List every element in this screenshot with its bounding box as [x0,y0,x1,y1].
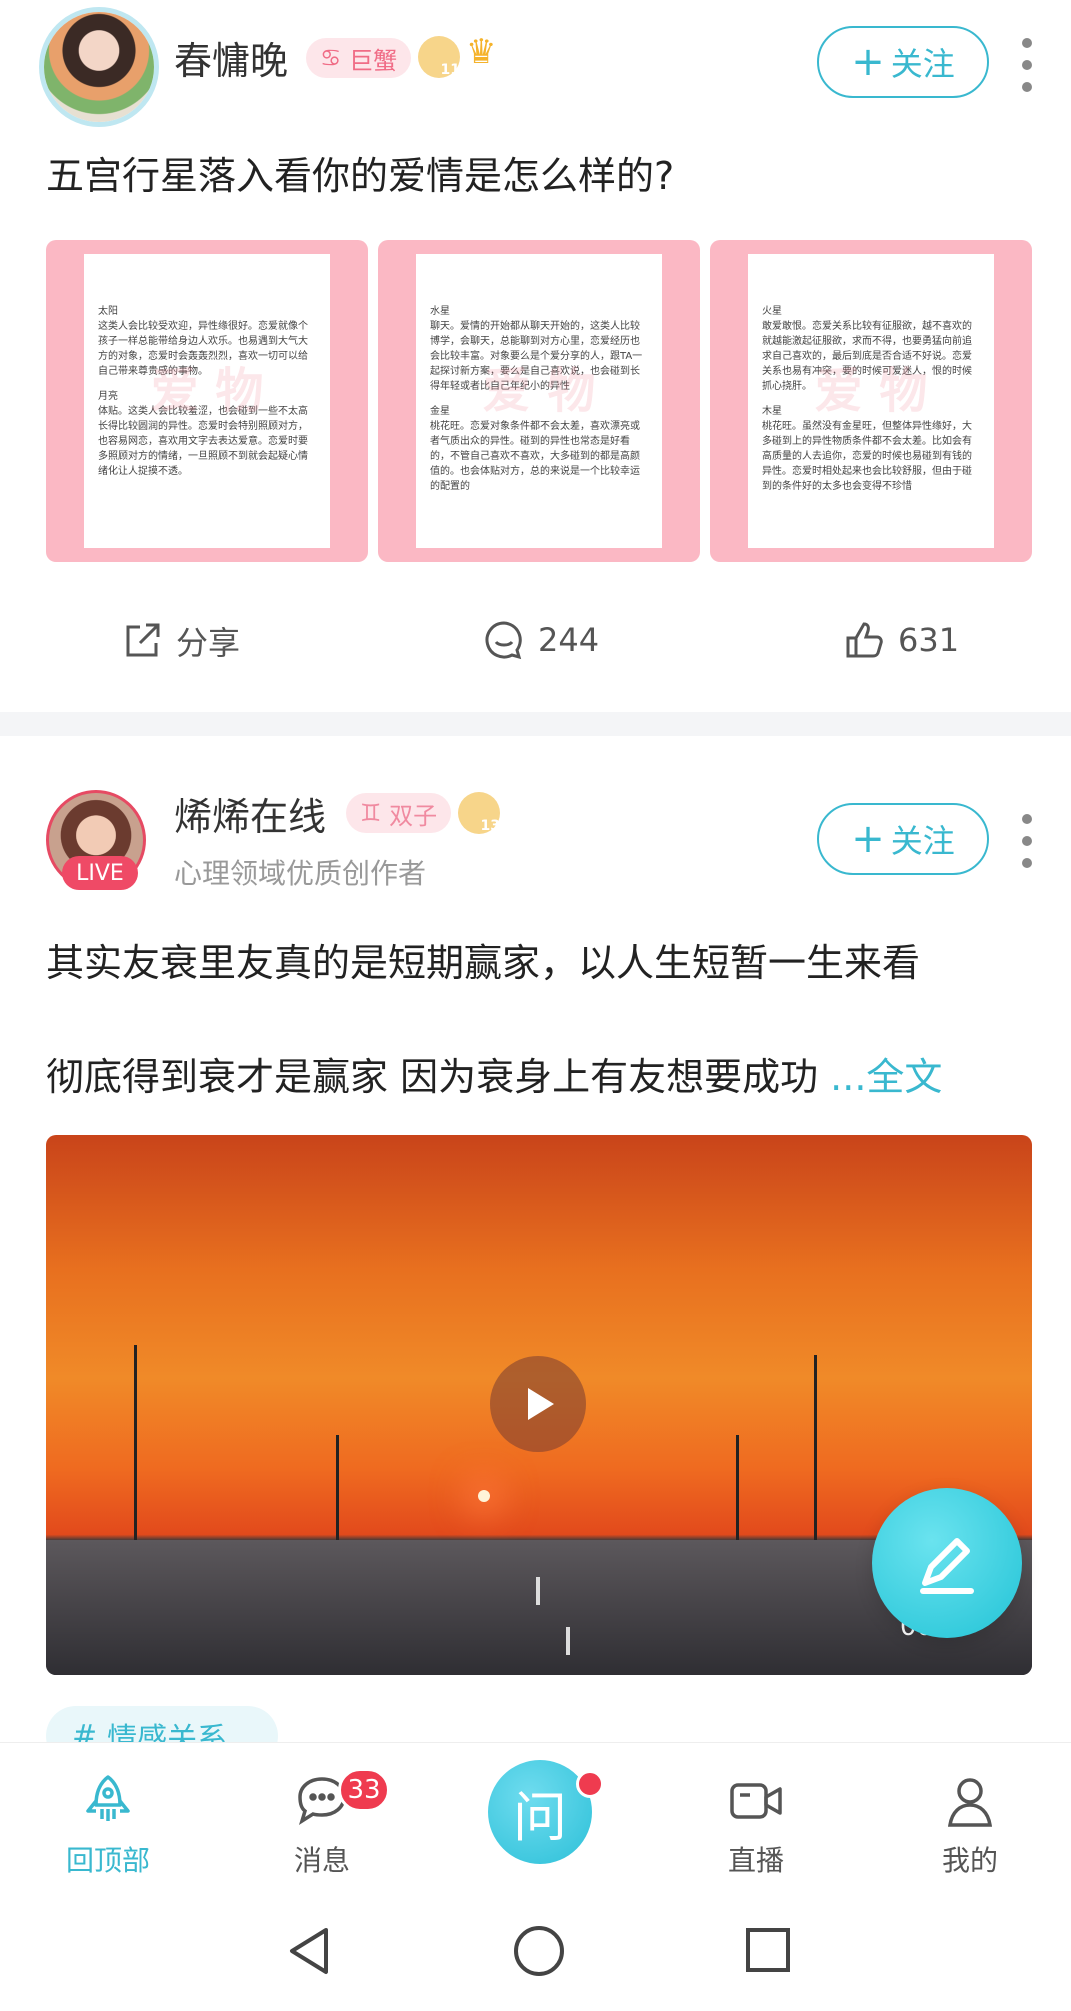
nav-label: 消息 [293,1844,350,1877]
comment-count: 244 [538,621,600,659]
zodiac-label: 双子 [389,801,438,830]
username[interactable]: 春慵晚 [174,30,288,85]
crown-icon: ♛ [466,32,497,72]
follow-button[interactable]: + 关注 [817,26,989,98]
comment-button[interactable]: 244 [482,618,599,662]
post-image[interactable]: 水星 聊天。爱情的开始都从聊天开始的，这类人比较博学，会聊天，总能聊到对方心里，… [378,240,700,562]
share-icon [126,623,160,657]
nav-label: 直播 [727,1844,784,1877]
zodiac-badge: ♋ 巨蟹 [306,38,412,78]
nav-live[interactable]: 直播 [696,1771,816,1879]
more-options-icon[interactable] [1022,38,1032,92]
image-paragraph: 桃花旺。恋爱对象条件都不会太差，喜欢漂亮或者气质出众的异性。碰到的异性也常态是好… [430,421,640,492]
message-badge: 33 [338,1768,390,1812]
level-number: 13 [480,818,500,834]
share-button[interactable]: 分享 [120,618,240,664]
plus-icon: + [851,816,885,862]
zodiac-badge: ♊ 双子 [346,793,452,833]
watermark: 爱 物 [150,363,264,419]
avatar[interactable] [44,12,154,122]
compose-button[interactable] [872,1488,1022,1638]
image-text: 太阳 这类人会比较受欢迎，异性缘很好。恋爱就像个孩子一样总能带给身边人欢乐。也易… [84,254,330,548]
pencil-icon [920,1538,974,1594]
follow-label: 关注 [890,45,955,83]
plus-icon: + [851,39,885,85]
level-number: 11 [440,62,460,78]
back-triangle-icon[interactable] [284,1924,334,1978]
street-lamp [134,1345,137,1565]
follow-label: 关注 [890,822,955,860]
follow-button[interactable]: + 关注 [817,803,989,875]
home-circle-icon[interactable] [512,1924,566,1978]
play-button[interactable] [490,1356,586,1452]
post-image[interactable]: 太阳 这类人会比较受欢迎，异性缘很好。恋爱就像个孩子一样总能带给身边人欢乐。也易… [46,240,368,562]
image-paragraph: 火星 [762,306,782,317]
lane-marking [566,1627,570,1655]
username[interactable]: 烯烯在线 [174,786,326,841]
watermark: 爱 物 [482,363,596,419]
camera-icon [730,1783,782,1819]
like-button[interactable]: 631 [842,618,959,662]
play-icon [528,1388,554,1420]
post-title[interactable]: 五宫行星落入看你的爱情是怎么样的? [46,148,674,204]
system-navigation-bar [0,1890,1071,2011]
watermark: 爱 物 [814,363,928,419]
image-text: 火星 敢爱敢恨。恋爱关系比较有征服欲，越不喜欢的就越能激起征服欲，求而不得，也要… [748,254,994,548]
like-count: 631 [898,621,960,659]
zodiac-label: 巨蟹 [349,46,398,75]
notification-dot [576,1770,604,1798]
nav-label: 我的 [941,1844,998,1877]
post-text-line[interactable]: 其实友衰里友真的是短期赢家，以人生短暂一生来看 [46,932,920,987]
image-paragraph: 桃花旺。虽然没有金星旺，但整体异性缘好，大多碰到上的异性物质条件都不会太差。比如… [762,421,972,492]
sun [478,1490,490,1502]
more-options-icon[interactable] [1022,814,1032,868]
level-badge-icon: 13 [458,792,500,834]
nav-back-to-top[interactable]: 回顶部 [48,1771,168,1879]
ask-icon: 问 [513,1785,567,1849]
share-label: 分享 [176,624,241,662]
thumbs-up-icon [846,622,883,658]
level-badge-icon: 11 [418,36,460,78]
cancer-icon: ♋ [320,44,342,72]
recents-square-icon[interactable] [744,1926,792,1974]
image-paragraph: 太阳 [98,306,118,317]
post-text-line[interactable]: 彻底得到衰才是赢家 因为衰身上有友想要成功 ...全文 [46,1046,942,1101]
image-text: 水星 聊天。爱情的开始都从聊天开始的，这类人比较博学，会聊天，总能聊到对方心里，… [416,254,662,548]
person-icon [947,1778,993,1827]
author-subtitle: 心理领域优质创作者 [174,857,427,890]
read-more-link[interactable]: ...全文 [830,1055,942,1099]
lane-marking [536,1577,540,1605]
comment-icon [485,621,522,660]
image-paragraph: 水星 [430,306,450,317]
post-image[interactable]: 火星 敢爱敢恨。恋爱关系比较有征服欲，越不喜欢的就越能激起征服欲，求而不得，也要… [710,240,1032,562]
post-text: 彻底得到衰才是赢家 因为衰身上有友想要成功 [46,1055,831,1099]
nav-me[interactable]: 我的 [910,1771,1030,1879]
live-badge[interactable]: LIVE [62,856,138,890]
gemini-icon: ♊ [360,799,382,827]
ask-button[interactable]: 问 [488,1760,592,1864]
rocket-icon [86,1775,130,1821]
section-divider [0,712,1071,736]
nav-label: 回顶部 [65,1844,150,1877]
